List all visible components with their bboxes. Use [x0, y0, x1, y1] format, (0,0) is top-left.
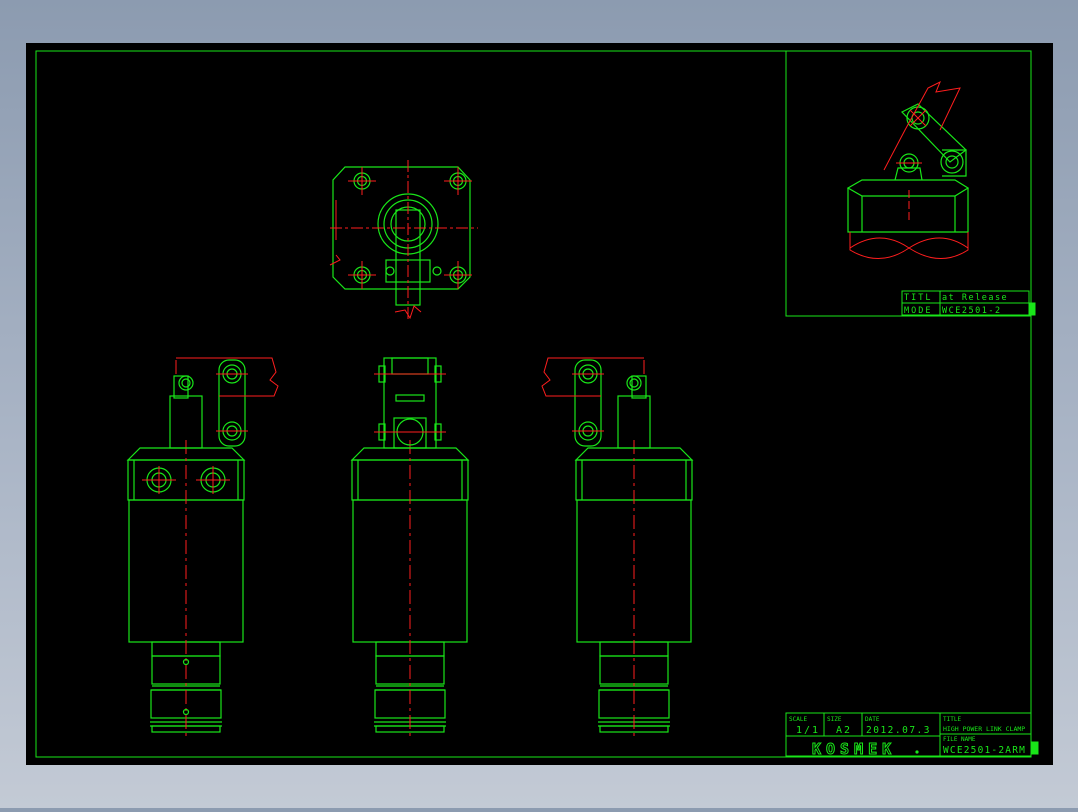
filename-value: WCE2501-2ARM [943, 745, 1026, 756]
inset-model-value: WCE2501-2 [942, 306, 1002, 316]
title-value: HIGH POWER LINK CLAMP [943, 725, 1025, 733]
company-logo: KOSMEK [812, 740, 896, 758]
inset-title-label: TITL [904, 293, 932, 303]
drawing-sheet [26, 43, 1053, 765]
scale-label: SCALE [789, 716, 807, 723]
inset-title-value: at Release [942, 293, 1008, 303]
size-label: SIZE [827, 716, 842, 723]
filename-label: FILE NAME [943, 736, 976, 743]
inset-model-label: MODE [904, 306, 932, 316]
date-value: 2012.07.3 [866, 725, 931, 736]
cad-viewport[interactable]: TITL at Release MODE WCE2501-2 SCALE 1/1… [0, 0, 1078, 808]
drawing-canvas: TITL at Release MODE WCE2501-2 SCALE 1/1… [26, 43, 1053, 765]
title-label: TITLE [943, 716, 961, 723]
date-label: DATE [865, 716, 880, 723]
logo-dot [915, 750, 919, 754]
scale-value: 1/1 [796, 725, 820, 736]
size-value: A2 [836, 725, 852, 736]
